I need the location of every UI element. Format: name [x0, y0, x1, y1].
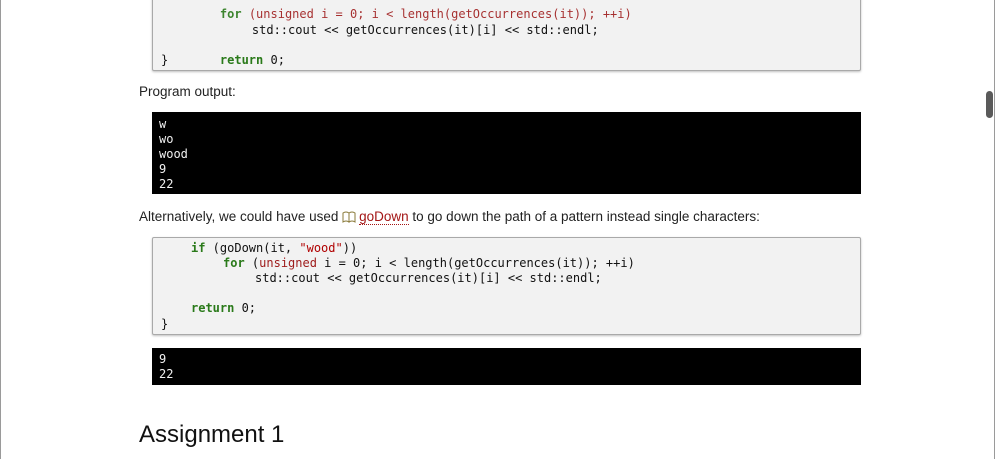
code-line: std::cout << getOccurrences(it)[i] << st… — [255, 271, 602, 285]
godown-link[interactable]: goDown — [359, 209, 409, 225]
code-line: } — [161, 53, 169, 67]
output-line: 22 — [159, 177, 174, 191]
scrollbar-thumb[interactable] — [986, 91, 993, 118]
alt-text-before: Alternatively, we could have used — [139, 209, 343, 224]
assignment-heading: Assignment 1 — [139, 421, 285, 448]
code-line: if (goDown(it, "wood")) — [191, 241, 358, 255]
book-icon — [342, 211, 356, 226]
code-line: } — [161, 317, 169, 331]
output-block-1: w wo wood 9 22 — [152, 112, 861, 194]
output-line: w — [159, 117, 167, 131]
code-line: for (unsigned i = 0; i < length(getOccur… — [223, 256, 635, 270]
output-line: wo — [159, 132, 174, 146]
output-line: wood — [159, 147, 188, 161]
code-line: return 0; — [219, 53, 285, 67]
code-block-2: if (goDown(it, "wood")) for (unsigned i … — [152, 237, 861, 335]
output-line: 9 — [159, 352, 167, 366]
alternative-paragraph: Alternatively, we could have used goDown… — [139, 209, 760, 226]
code-block-1: for (unsigned i = 0; i < length(getOccur… — [152, 0, 861, 71]
program-output-label: Program output: — [139, 84, 236, 99]
output-block-2: 9 22 — [152, 348, 861, 385]
output-line: 22 — [159, 367, 174, 381]
code-line: return 0; — [191, 301, 257, 315]
alt-text-after: to go down the path of a pattern instead… — [408, 209, 760, 224]
output-line: 9 — [159, 162, 167, 176]
